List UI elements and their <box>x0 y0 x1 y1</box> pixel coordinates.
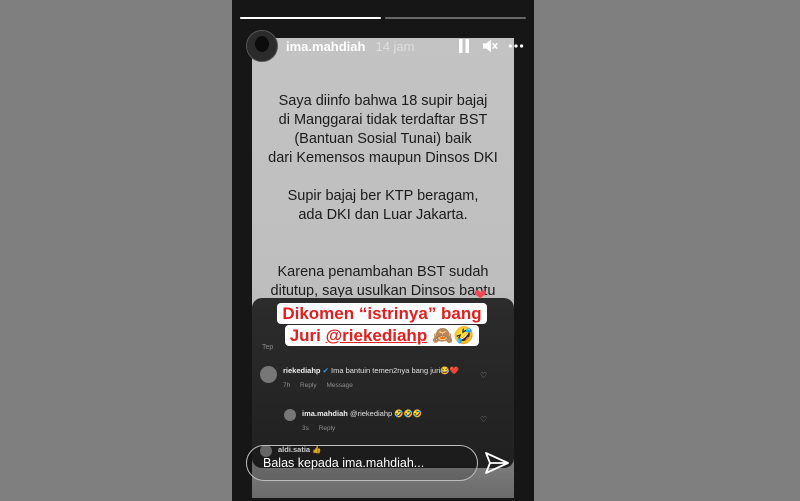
post-text: Saya diinfo bahwa 18 supir bajaj di Mang… <box>268 93 498 297</box>
reply-input[interactable]: Balas kepada ima.mahdiah... <box>246 445 478 481</box>
comment-meta: 3s Reply <box>302 424 422 434</box>
avatar[interactable] <box>246 30 278 62</box>
speaker-muted-icon[interactable] <box>482 38 498 54</box>
comment-body: ima.mahdiah @riekediahp 🤣🤣🤣 3s Reply <box>302 409 422 434</box>
comments-section-label: Tep <box>262 344 274 351</box>
progress-fill <box>240 17 381 19</box>
heart-icon: ❤ <box>474 287 487 304</box>
comment-meta: 7h Reply Message <box>283 381 459 391</box>
story-header: ima.mahdiah 14 jam <box>246 30 524 62</box>
comment-body: riekediahp ✔ Ima bantuin temen2nya bang … <box>283 366 459 391</box>
avatar[interactable] <box>260 366 277 383</box>
verified-badge-icon: ✔ <box>322 366 329 375</box>
story-controls <box>456 38 524 54</box>
caption-mention[interactable]: @riekediahp <box>326 326 428 345</box>
story-viewer: Saya diinfo bahwa 18 supir bajaj di Mang… <box>232 0 534 501</box>
like-heart-icon[interactable]: ♡ <box>480 415 487 424</box>
comment-age: 3s <box>302 425 309 432</box>
comment-item: ima.mahdiah @riekediahp 🤣🤣🤣 3s Reply <box>284 409 422 434</box>
comment-age: 7h <box>283 382 291 389</box>
message-button[interactable]: Message <box>326 382 352 389</box>
story-progress-bar <box>240 17 526 19</box>
reply-button[interactable]: Reply <box>300 382 317 389</box>
story-username[interactable]: ima.mahdiah <box>286 39 365 54</box>
like-heart-icon[interactable]: ♡ <box>480 371 487 380</box>
story-caption: Dikomen “istrinya” bang Juri @riekediahp… <box>264 303 500 347</box>
comment-username[interactable]: ima.mahdiah <box>302 409 348 418</box>
pause-icon[interactable] <box>456 38 472 54</box>
comment-username[interactable]: riekediahp <box>283 366 321 375</box>
caption-prefix: Juri <box>289 326 326 345</box>
caption-line-1: Dikomen “istrinya” bang <box>277 303 487 324</box>
reply-button[interactable]: Reply <box>319 425 336 432</box>
caption-line-2: Juri @riekediahp 🙈🤣 <box>284 325 480 346</box>
comment-text: Ima bantuin temen2nya bang juri😂❤️ <box>331 366 459 375</box>
comment-text: @riekediahp 🤣🤣🤣 <box>349 409 423 418</box>
progress-segment <box>385 17 526 19</box>
more-options-icon[interactable] <box>508 38 524 54</box>
send-icon[interactable] <box>484 451 510 480</box>
progress-segment <box>240 17 381 19</box>
story-timestamp: 14 jam <box>375 38 415 54</box>
caption-emoji: 🙈🤣 <box>431 326 475 345</box>
avatar[interactable] <box>284 409 296 421</box>
comment-item: riekediahp ✔ Ima bantuin temen2nya bang … <box>260 366 459 391</box>
reply-placeholder: Balas kepada ima.mahdiah... <box>263 456 425 470</box>
